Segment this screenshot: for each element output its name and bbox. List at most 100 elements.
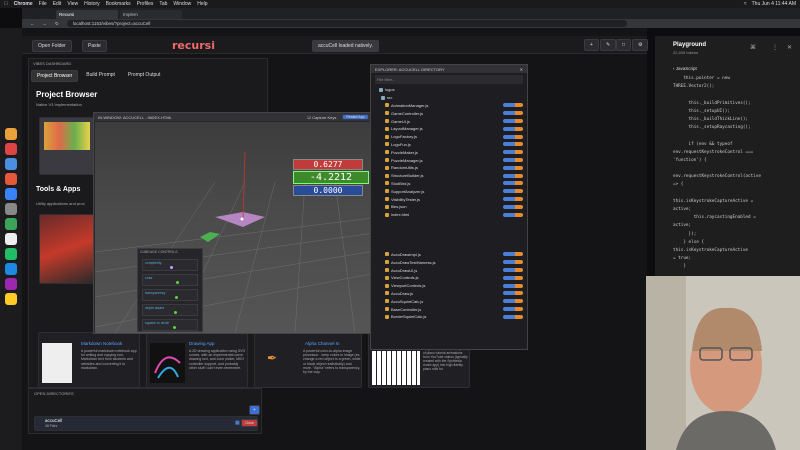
expand-icon[interactable]: ⋮ xyxy=(772,44,778,51)
page-title: Project Browser xyxy=(36,90,98,99)
menu-profiles[interactable]: Profiles xyxy=(137,1,154,7)
address-bar[interactable]: localhost:1153/vibes/?project=accuCell xyxy=(66,20,627,27)
file-item[interactable]: LogoFun.js xyxy=(371,141,527,149)
add-directory-button[interactable]: + xyxy=(249,405,260,415)
menu-bookmarks[interactable]: Bookmarks xyxy=(106,1,131,7)
file-item[interactable]: BaseController.js xyxy=(371,305,527,313)
restart-app-button[interactable]: Restart App xyxy=(342,114,369,120)
menu-window[interactable]: Window xyxy=(173,1,191,7)
dock-app-icon[interactable] xyxy=(5,248,17,260)
card-title: Alpha Channel In xyxy=(305,341,340,346)
dock-app-icon[interactable] xyxy=(5,158,17,170)
folder-logos[interactable]: logos xyxy=(371,86,527,94)
edit-icon[interactable]: ✎ xyxy=(600,39,617,51)
folder-src[interactable]: src xyxy=(371,94,527,102)
slider-depth-aware[interactable]: depth aware xyxy=(142,304,198,316)
slider-knob[interactable] xyxy=(174,311,178,314)
code-editor[interactable]: this.pointer = new THREE.Vector2(); this.… xyxy=(673,76,798,289)
dock-app-icon[interactable] xyxy=(5,218,17,230)
dock-app-icon[interactable] xyxy=(5,128,17,140)
menu-file[interactable]: File xyxy=(39,1,47,7)
menu-view[interactable]: View xyxy=(67,1,78,7)
close-icon[interactable]: ✕ xyxy=(520,67,523,72)
file-item[interactable]: AccuDraw.js xyxy=(371,290,527,298)
file-item[interactable]: LogoFactory.js xyxy=(371,133,527,141)
file-item[interactable]: AccuSquintCalc.js xyxy=(371,297,527,305)
menu-history[interactable]: History xyxy=(84,1,100,7)
file-item[interactable]: StructureBuilder.js xyxy=(371,172,527,180)
file-item[interactable]: VisibilityTester.js xyxy=(371,195,527,203)
file-item[interactable]: AccuDrawUI.js xyxy=(371,266,527,274)
menu-help[interactable]: Help xyxy=(197,1,207,7)
file-item[interactable]: AccuDrawTestHarness.js xyxy=(371,258,527,266)
tab-prompt-output[interactable]: Prompt Output xyxy=(123,70,166,82)
dock-app-icon[interactable] xyxy=(5,203,17,215)
tool-thumbnail[interactable] xyxy=(39,214,95,284)
file-item[interactable]: AnimationManager.js xyxy=(371,102,527,110)
value-x[interactable]: 0.6277 xyxy=(293,159,363,170)
dock-app-icon[interactable] xyxy=(5,143,17,155)
menu-tab[interactable]: Tab xyxy=(159,1,167,7)
settings-icon[interactable]: ⚙ xyxy=(632,39,649,51)
slider-color[interactable]: color xyxy=(142,274,198,286)
dock-app-icon[interactable] xyxy=(5,188,17,200)
apple-icon[interactable]:  xyxy=(4,1,8,7)
file-item[interactable]: BorderSquintCalc.js xyxy=(371,313,527,321)
file-filter-input[interactable]: File filter... xyxy=(375,75,523,84)
add-icon[interactable]: + xyxy=(584,39,599,51)
file-item[interactable]: files.json xyxy=(371,203,527,211)
project-thumbnail[interactable] xyxy=(39,117,95,175)
file-item[interactable]: index.html xyxy=(371,211,527,219)
card-alpha-channel[interactable]: ✒ Alpha Channel In A powerful color-to-a… xyxy=(254,332,362,388)
menu-edit[interactable]: Edit xyxy=(53,1,62,7)
slider-square-or-circle[interactable]: square or circle xyxy=(142,319,198,331)
selected-shape[interactable] xyxy=(215,212,265,227)
file-item[interactable]: SupportAnalyzer.js xyxy=(371,187,527,195)
threejs-canvas[interactable]: 0.6277 -4.2212 0.0000 CUBEAGE CONTROLS c… xyxy=(94,122,382,334)
directory-item[interactable]: accuCell 48 Files ▦ Close xyxy=(34,416,258,431)
file-item[interactable]: ViewportControls.js xyxy=(371,282,527,290)
tab-build-prompt[interactable]: Build Prompt xyxy=(81,70,120,82)
slider-transparency[interactable]: transparency xyxy=(142,289,198,301)
file-item[interactable]: LayoutManager.js xyxy=(371,125,527,133)
slider-complexity[interactable]: complexity xyxy=(142,259,198,271)
file-item[interactable]: ViewControls.js xyxy=(371,274,527,282)
back-icon[interactable]: ← xyxy=(30,21,35,26)
value-y[interactable]: -4.2212 xyxy=(293,171,369,184)
dock-app-icon[interactable] xyxy=(5,278,17,290)
trash-icon[interactable]: □ xyxy=(616,39,632,51)
dock-app-icon[interactable] xyxy=(5,293,17,305)
dock-app-icon[interactable] xyxy=(5,263,17,275)
tab-project-browser[interactable]: Project Browser xyxy=(31,70,79,82)
paste-button[interactable]: Paste xyxy=(82,40,107,52)
tab-recursi[interactable]: Recursi xyxy=(56,10,118,19)
close-icon[interactable]: ✕ xyxy=(787,44,792,51)
open-folder-button[interactable]: Open Folder xyxy=(32,40,72,52)
file-item[interactable]: GameUI.js xyxy=(371,117,527,125)
card-markdown-notebook[interactable]: Markdown Notebook A powerful markdown no… xyxy=(38,332,140,388)
card-drawing-app[interactable]: Drawing App A 2D drawing application usi… xyxy=(146,332,248,388)
dock-app-icon[interactable] xyxy=(5,233,17,245)
slider-knob[interactable] xyxy=(170,266,173,269)
reload-icon[interactable]: ↻ xyxy=(55,21,59,27)
menu-chrome[interactable]: Chrome xyxy=(14,1,33,7)
dock-app-icon[interactable] xyxy=(5,173,17,185)
file-item[interactable]: StudBird.js xyxy=(371,180,527,188)
slider-knob[interactable] xyxy=(176,281,180,284)
explorer-window: EXPLORER: ACCUCELL DIRECTORY ✕ File filt… xyxy=(370,64,528,350)
slider-knob[interactable] xyxy=(172,326,176,329)
tab-implem[interactable]: Implem xyxy=(120,10,182,19)
close-directory-button[interactable]: Close xyxy=(241,419,258,427)
pin-icon[interactable]: ⌘ xyxy=(750,44,756,51)
file-item[interactable]: RandomUtils.js xyxy=(371,164,527,172)
file-item[interactable]: GameController.js xyxy=(371,109,527,117)
forward-icon[interactable]: → xyxy=(43,21,48,26)
slider-knob[interactable] xyxy=(175,296,179,299)
file-item[interactable]: PuzzleMaker.js xyxy=(371,148,527,156)
file-item[interactable]: PuzzleManager.js xyxy=(371,156,527,164)
capture-keys-checkbox[interactable]: ☑ Capture Keys xyxy=(307,115,336,120)
file-item[interactable]: AccuDrawImpl.js xyxy=(371,251,527,259)
value-z[interactable]: 0.0000 xyxy=(293,185,363,196)
wifi-icon[interactable]: ≈ xyxy=(744,1,747,7)
clock[interactable]: Thu Jun 4 11:44 AM xyxy=(752,1,796,7)
